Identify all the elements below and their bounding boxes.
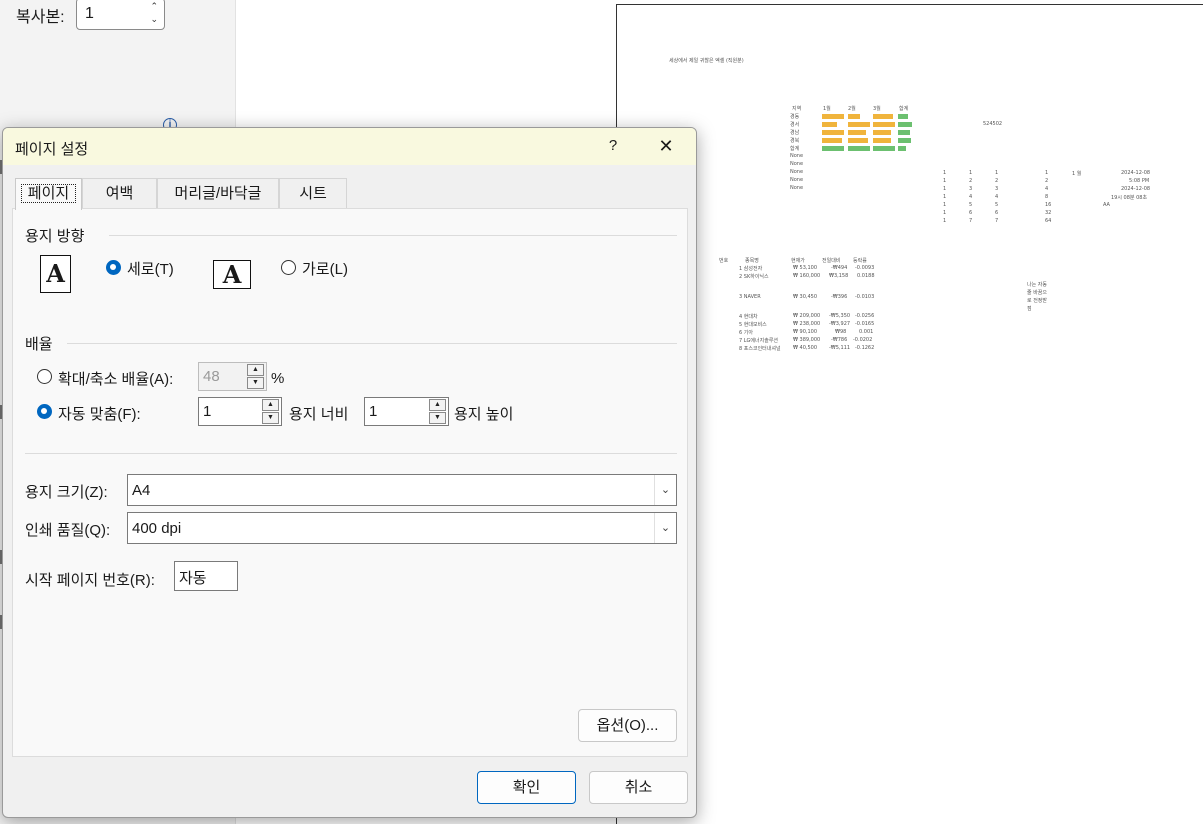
spin-down-icon[interactable]: ▼ <box>247 377 264 389</box>
help-button[interactable]: ? <box>598 131 628 161</box>
spin-up-icon[interactable]: ▲ <box>247 364 264 376</box>
spin-down-icon[interactable]: ▼ <box>429 412 446 424</box>
paper-size-dropdown[interactable]: A4 ⌄ <box>127 474 677 506</box>
fit-to-label[interactable]: 자동 맞춤(F): <box>58 403 141 424</box>
tab-page[interactable]: 페이지 <box>15 178 82 210</box>
fit-pages-wide-value: 1 <box>203 403 212 420</box>
page-tab-panel: 용지 방향 A 세로(T) A 가로(L) 배율 확대/축소 배율(A): 48… <box>12 208 688 757</box>
tab-header-footer[interactable]: 머리글/바닥글 <box>157 178 279 209</box>
preview-side-value: 524502 <box>983 121 1003 127</box>
pages-tall-label: 용지 높이 <box>454 406 514 423</box>
copies-input[interactable]: 1 ⌃ ⌄ <box>76 0 165 30</box>
tab-margins[interactable]: 여백 <box>82 178 157 209</box>
print-quality-value: 400 dpi <box>132 520 182 537</box>
preview-date: 2024-12-08 <box>1121 170 1151 176</box>
orientation-group-label: 용지 방향 <box>25 228 85 245</box>
preview-time: 19시 08분 08초 <box>1111 195 1148 201</box>
landscape-label[interactable]: 가로(L) <box>302 258 348 279</box>
percent-sign: % <box>271 370 285 387</box>
preview-cell: None <box>790 161 804 167</box>
options-button[interactable]: 옵션(O)... <box>578 709 677 742</box>
print-quality-label: 인쇄 품질(Q): <box>25 522 111 539</box>
spin-up-icon[interactable]: ▲ <box>429 399 446 411</box>
separator <box>25 453 677 454</box>
first-page-number-value: 자동 <box>179 570 207 587</box>
preview-month-label: 1 월 <box>1072 171 1082 177</box>
scaling-group-label: 배율 <box>25 336 53 353</box>
fit-pages-tall-input[interactable]: 1 ▲ ▼ <box>364 397 449 426</box>
preview-time: 5:08 PM <box>1129 178 1150 184</box>
preview-cell: 2월 <box>848 106 856 112</box>
close-icon[interactable]: ✕ <box>651 131 681 161</box>
print-quality-dropdown[interactable]: 400 dpi ⌄ <box>127 512 677 544</box>
print-preview-page: 세상에서 제일 귀찮은 엑셀 (직원분) 지역 1월 2월 3월 합계 경동 경… <box>616 4 1203 824</box>
scale-percent-value: 48 <box>203 368 220 385</box>
preview-date: 2024-12-08 <box>1121 186 1151 192</box>
ok-button[interactable]: 확인 <box>477 771 576 804</box>
first-page-number-input[interactable]: 자동 <box>174 561 238 591</box>
fit-to-radio[interactable] <box>37 404 52 419</box>
preview-letters: AA <box>1103 202 1110 208</box>
separator <box>67 343 677 344</box>
pages-wide-label: 용지 너비 <box>289 406 349 423</box>
separator <box>109 235 677 236</box>
adjust-to-label[interactable]: 확대/축소 배율(A): <box>58 368 173 389</box>
preview-cell: 경서 <box>790 122 800 128</box>
chevron-down-icon[interactable]: ⌄ <box>654 475 676 505</box>
preview-cell: 경동 <box>790 114 800 120</box>
fit-pages-tall-value: 1 <box>369 403 378 420</box>
copies-down-icon[interactable]: ⌄ <box>150 14 158 25</box>
copies-value: 1 <box>85 5 94 22</box>
preview-cell: 합계 <box>790 146 800 152</box>
dialog-title-bar[interactable]: 페이지 설정 ? ✕ <box>3 128 696 165</box>
copies-label: 복사본: <box>16 9 65 26</box>
preview-cell: 합계 <box>899 106 909 112</box>
cancel-button[interactable]: 취소 <box>589 771 688 804</box>
preview-cell: None <box>790 185 804 191</box>
adjust-to-radio[interactable] <box>37 369 52 384</box>
tab-sheet[interactable]: 시트 <box>279 178 347 209</box>
paper-size-value: A4 <box>132 482 151 499</box>
page-setup-dialog: 페이지 설정 ? ✕ 페이지 여백 머리글/바닥글 시트 용지 방향 A 세로(… <box>2 127 697 818</box>
landscape-radio[interactable] <box>281 260 296 275</box>
dialog-title: 페이지 설정 <box>15 141 89 158</box>
preview-cell: 1월 <box>823 106 831 112</box>
paper-size-label: 용지 크기(Z): <box>25 484 108 501</box>
preview-cell: 지역 <box>792 106 802 112</box>
portrait-radio[interactable] <box>106 260 121 275</box>
copies-up-icon[interactable]: ⌃ <box>150 1 158 12</box>
preview-cell: 3월 <box>873 106 881 112</box>
preview-cell: None <box>790 169 804 175</box>
spin-up-icon[interactable]: ▲ <box>262 399 279 411</box>
portrait-page-icon: A <box>40 255 71 293</box>
spin-down-icon[interactable]: ▼ <box>262 412 279 424</box>
chevron-down-icon[interactable]: ⌄ <box>654 513 676 543</box>
portrait-label[interactable]: 세로(T) <box>127 258 174 279</box>
first-page-number-label: 시작 페이지 번호(R): <box>25 572 155 589</box>
scale-percent-input[interactable]: 48 ▲ ▼ <box>198 362 267 391</box>
preview-cell: 경남 <box>790 130 800 136</box>
fit-pages-wide-input[interactable]: 1 ▲ ▼ <box>198 397 282 426</box>
preview-title: 세상에서 제일 귀찮은 엑셀 (직원분) <box>669 58 744 64</box>
landscape-page-icon: A <box>213 260 251 289</box>
preview-cell: None <box>790 153 804 159</box>
preview-cell: 경북 <box>790 138 800 144</box>
preview-cell: None <box>790 177 804 183</box>
